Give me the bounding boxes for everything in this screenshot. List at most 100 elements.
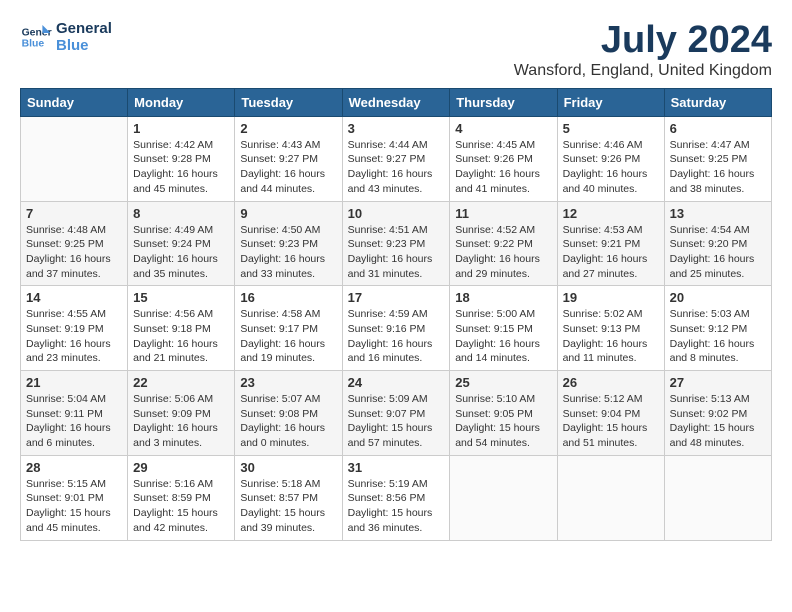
day-number: 26 xyxy=(563,375,659,390)
calendar-cell: 4 Sunrise: 4:45 AMSunset: 9:26 PMDaylight… xyxy=(450,116,557,201)
calendar-cell: 11 Sunrise: 4:52 AMSunset: 9:22 PMDayligh… xyxy=(450,201,557,286)
day-number: 4 xyxy=(455,121,551,136)
day-header-monday: Monday xyxy=(128,88,235,116)
calendar-cell: 23 Sunrise: 5:07 AMSunset: 9:08 PMDayligh… xyxy=(235,371,342,456)
day-info: Sunrise: 4:45 AMSunset: 9:26 PMDaylight:… xyxy=(455,138,551,197)
day-number: 24 xyxy=(348,375,445,390)
day-header-sunday: Sunday xyxy=(21,88,128,116)
day-number: 25 xyxy=(455,375,551,390)
calendar-week-4: 21 Sunrise: 5:04 AMSunset: 9:11 PMDayligh… xyxy=(21,371,772,456)
day-info: Sunrise: 5:04 AMSunset: 9:11 PMDaylight:… xyxy=(26,392,122,451)
day-number: 2 xyxy=(240,121,336,136)
logo: General Blue General Blue xyxy=(20,20,112,54)
title-section: July 2024 Wansford, England, United King… xyxy=(514,20,772,80)
location: Wansford, England, United Kingdom xyxy=(514,62,772,80)
day-info: Sunrise: 5:15 AMSunset: 9:01 PMDaylight:… xyxy=(26,477,122,536)
day-number: 11 xyxy=(455,206,551,221)
calendar-cell: 17Sunrise: 4:59 AMSunset: 9:16 PMDayligh… xyxy=(342,286,450,371)
calendar-week-2: 7Sunrise: 4:48 AMSunset: 9:25 PMDaylight… xyxy=(21,201,772,286)
day-info: Sunrise: 4:50 AMSunset: 9:23 PMDaylight:… xyxy=(240,223,336,282)
header-row: SundayMondayTuesdayWednesdayThursdayFrid… xyxy=(21,88,772,116)
day-info: Sunrise: 5:02 AMSunset: 9:13 PMDaylight:… xyxy=(563,307,659,366)
calendar-cell: 14 Sunrise: 4:55 AMSunset: 9:19 PMDayligh… xyxy=(21,286,128,371)
day-number: 28 xyxy=(26,460,122,475)
page-header: General Blue General Blue July 2024 Wans… xyxy=(20,20,772,80)
calendar-cell: 5Sunrise: 4:46 AMSunset: 9:26 PMDaylight… xyxy=(557,116,664,201)
day-number: 13 xyxy=(670,206,766,221)
day-info: Sunrise: 5:07 AMSunset: 9:08 PMDaylight:… xyxy=(240,392,336,451)
calendar-cell: 29 Sunrise: 5:16 AMSunset: 8:59 PMDayligh… xyxy=(128,455,235,540)
day-number: 17 xyxy=(348,290,445,305)
day-number: 6 xyxy=(670,121,766,136)
calendar-cell: 13 Sunrise: 4:54 AMSunset: 9:20 PMDayligh… xyxy=(664,201,771,286)
day-info: Sunrise: 5:10 AMSunset: 9:05 PMDaylight:… xyxy=(455,392,551,451)
calendar-cell: 20 Sunrise: 5:03 AMSunset: 9:12 PMDayligh… xyxy=(664,286,771,371)
day-number: 27 xyxy=(670,375,766,390)
calendar-cell: 22Sunrise: 5:06 AMSunset: 9:09 PMDayligh… xyxy=(128,371,235,456)
calendar-cell: 28 Sunrise: 5:15 AMSunset: 9:01 PMDayligh… xyxy=(21,455,128,540)
day-info: Sunrise: 4:44 AMSunset: 9:27 PMDaylight:… xyxy=(348,138,445,197)
calendar-week-3: 14 Sunrise: 4:55 AMSunset: 9:19 PMDayligh… xyxy=(21,286,772,371)
day-header-tuesday: Tuesday xyxy=(235,88,342,116)
calendar-week-5: 28 Sunrise: 5:15 AMSunset: 9:01 PMDayligh… xyxy=(21,455,772,540)
day-info: Sunrise: 5:00 AMSunset: 9:15 PMDaylight:… xyxy=(455,307,551,366)
day-number: 16 xyxy=(240,290,336,305)
day-info: Sunrise: 4:56 AMSunset: 9:18 PMDaylight:… xyxy=(133,307,229,366)
calendar-cell: 7Sunrise: 4:48 AMSunset: 9:25 PMDaylight… xyxy=(21,201,128,286)
day-info: Sunrise: 4:48 AMSunset: 9:25 PMDaylight:… xyxy=(26,223,122,282)
calendar-cell: 30Sunrise: 5:18 AMSunset: 8:57 PMDayligh… xyxy=(235,455,342,540)
day-info: Sunrise: 4:54 AMSunset: 9:20 PMDaylight:… xyxy=(670,223,766,282)
day-info: Sunrise: 4:42 AMSunset: 9:28 PMDaylight:… xyxy=(133,138,229,197)
day-number: 8 xyxy=(133,206,229,221)
day-number: 20 xyxy=(670,290,766,305)
day-info: Sunrise: 4:53 AMSunset: 9:21 PMDaylight:… xyxy=(563,223,659,282)
calendar-cell: 26 Sunrise: 5:12 AMSunset: 9:04 PMDayligh… xyxy=(557,371,664,456)
day-info: Sunrise: 4:52 AMSunset: 9:22 PMDaylight:… xyxy=(455,223,551,282)
calendar-cell: 1 Sunrise: 4:42 AMSunset: 9:28 PMDaylight… xyxy=(128,116,235,201)
calendar-cell: 2 Sunrise: 4:43 AMSunset: 9:27 PMDaylight… xyxy=(235,116,342,201)
day-number: 1 xyxy=(133,121,229,136)
day-header-friday: Friday xyxy=(557,88,664,116)
calendar-cell: 8 Sunrise: 4:49 AMSunset: 9:24 PMDaylight… xyxy=(128,201,235,286)
calendar-cell xyxy=(664,455,771,540)
day-info: Sunrise: 5:12 AMSunset: 9:04 PMDaylight:… xyxy=(563,392,659,451)
day-info: Sunrise: 4:51 AMSunset: 9:23 PMDaylight:… xyxy=(348,223,445,282)
day-number: 12 xyxy=(563,206,659,221)
day-header-saturday: Saturday xyxy=(664,88,771,116)
calendar-week-1: 1 Sunrise: 4:42 AMSunset: 9:28 PMDaylight… xyxy=(21,116,772,201)
calendar-cell: 6Sunrise: 4:47 AMSunset: 9:25 PMDaylight… xyxy=(664,116,771,201)
calendar-cell: 9Sunrise: 4:50 AMSunset: 9:23 PMDaylight… xyxy=(235,201,342,286)
calendar-cell xyxy=(21,116,128,201)
day-info: Sunrise: 5:13 AMSunset: 9:02 PMDaylight:… xyxy=(670,392,766,451)
calendar-cell: 27 Sunrise: 5:13 AMSunset: 9:02 PMDayligh… xyxy=(664,371,771,456)
day-info: Sunrise: 5:19 AMSunset: 8:56 PMDaylight:… xyxy=(348,477,445,536)
calendar-cell: 21 Sunrise: 5:04 AMSunset: 9:11 PMDayligh… xyxy=(21,371,128,456)
day-header-thursday: Thursday xyxy=(450,88,557,116)
day-number: 10 xyxy=(348,206,445,221)
calendar-cell: 15Sunrise: 4:56 AMSunset: 9:18 PMDayligh… xyxy=(128,286,235,371)
calendar-cell xyxy=(557,455,664,540)
month-year: July 2024 xyxy=(514,20,772,62)
calendar-cell: 3 Sunrise: 4:44 AMSunset: 9:27 PMDaylight… xyxy=(342,116,450,201)
day-info: Sunrise: 5:03 AMSunset: 9:12 PMDaylight:… xyxy=(670,307,766,366)
calendar-cell: 16Sunrise: 4:58 AMSunset: 9:17 PMDayligh… xyxy=(235,286,342,371)
day-number: 14 xyxy=(26,290,122,305)
calendar-cell: 18Sunrise: 5:00 AMSunset: 9:15 PMDayligh… xyxy=(450,286,557,371)
day-number: 3 xyxy=(348,121,445,136)
calendar-cell: 19Sunrise: 5:02 AMSunset: 9:13 PMDayligh… xyxy=(557,286,664,371)
day-number: 29 xyxy=(133,460,229,475)
day-info: Sunrise: 5:16 AMSunset: 8:59 PMDaylight:… xyxy=(133,477,229,536)
calendar-cell: 10 Sunrise: 4:51 AMSunset: 9:23 PMDayligh… xyxy=(342,201,450,286)
day-number: 23 xyxy=(240,375,336,390)
logo-icon: General Blue xyxy=(20,21,52,53)
day-info: Sunrise: 4:55 AMSunset: 9:19 PMDaylight:… xyxy=(26,307,122,366)
day-info: Sunrise: 5:06 AMSunset: 9:09 PMDaylight:… xyxy=(133,392,229,451)
calendar-cell: 25 Sunrise: 5:10 AMSunset: 9:05 PMDayligh… xyxy=(450,371,557,456)
day-number: 31 xyxy=(348,460,445,475)
calendar-table: SundayMondayTuesdayWednesdayThursdayFrid… xyxy=(20,88,772,541)
svg-text:Blue: Blue xyxy=(22,39,45,50)
day-info: Sunrise: 4:43 AMSunset: 9:27 PMDaylight:… xyxy=(240,138,336,197)
day-info: Sunrise: 4:49 AMSunset: 9:24 PMDaylight:… xyxy=(133,223,229,282)
calendar-cell xyxy=(450,455,557,540)
day-number: 21 xyxy=(26,375,122,390)
